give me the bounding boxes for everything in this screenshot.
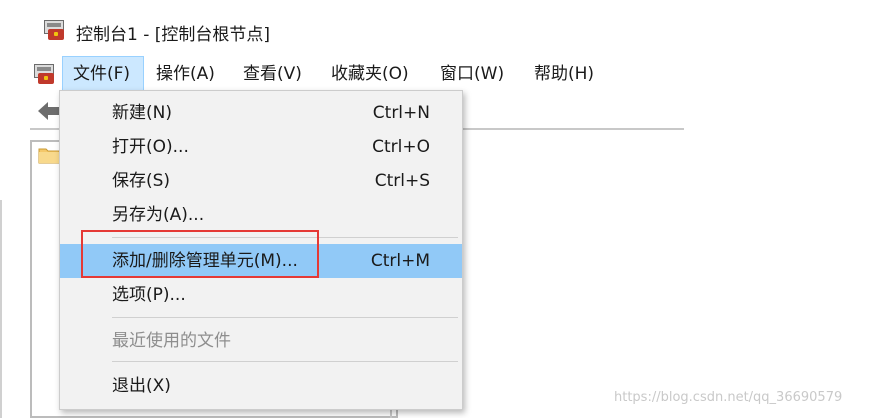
menu-window[interactable]: 窗口(W) — [440, 56, 504, 92]
menu-file[interactable]: 文件(F) — [62, 56, 144, 92]
menu-item-shortcut: Ctrl+O — [372, 137, 430, 157]
menu-item-label: 新建(N) — [112, 103, 172, 123]
menu-item-shortcut: Ctrl+S — [374, 171, 430, 191]
title-bar: 控制台1 - [控制台根节点] — [0, 0, 886, 60]
menu-view[interactable]: 查看(V) — [243, 56, 302, 92]
console-toolbox-icon[interactable] — [44, 20, 66, 40]
console-toolbox-icon[interactable] — [34, 64, 56, 84]
menu-item-shortcut: Ctrl+M — [370, 251, 430, 271]
menu-item-label: 选项(P)... — [112, 285, 186, 305]
menu-item-save-as[interactable]: 另存为(A)... — [60, 198, 462, 232]
watermark: https://blog.csdn.net/qq_36690579 — [614, 390, 843, 405]
menu-bar: 文件(F) 操作(A) 查看(V) 收藏夹(O) 窗口(W) 帮助(H) — [0, 56, 886, 92]
menu-action[interactable]: 操作(A) — [156, 56, 215, 92]
menu-item-label: 保存(S) — [112, 171, 171, 191]
menu-item-options[interactable]: 选项(P)... — [60, 278, 462, 312]
folder-icon[interactable] — [38, 146, 60, 164]
menu-item-shortcut: Ctrl+N — [372, 103, 430, 123]
window-title: 控制台1 - [控制台根节点] — [76, 25, 271, 45]
annotation-highlight-box — [81, 230, 319, 278]
menu-item-label: 打开(O)... — [112, 137, 189, 157]
menu-item-label: 退出(X) — [112, 376, 171, 396]
menu-item-save[interactable]: 保存(S) Ctrl+S — [60, 164, 462, 198]
menu-separator — [112, 361, 458, 362]
menu-item-exit[interactable]: 退出(X) — [60, 369, 462, 403]
menu-help[interactable]: 帮助(H) — [534, 56, 594, 92]
menu-item-new[interactable]: 新建(N) Ctrl+N — [60, 96, 462, 130]
menu-favorites[interactable]: 收藏夹(O) — [331, 56, 409, 92]
menu-item-open[interactable]: 打开(O)... Ctrl+O — [60, 130, 462, 164]
menu-item-label: 最近使用的文件 — [112, 331, 231, 351]
menu-separator — [112, 317, 458, 318]
menu-item-recent-files: 最近使用的文件 — [60, 324, 462, 358]
menu-item-label: 另存为(A)... — [112, 205, 205, 225]
window-edge — [0, 200, 2, 418]
